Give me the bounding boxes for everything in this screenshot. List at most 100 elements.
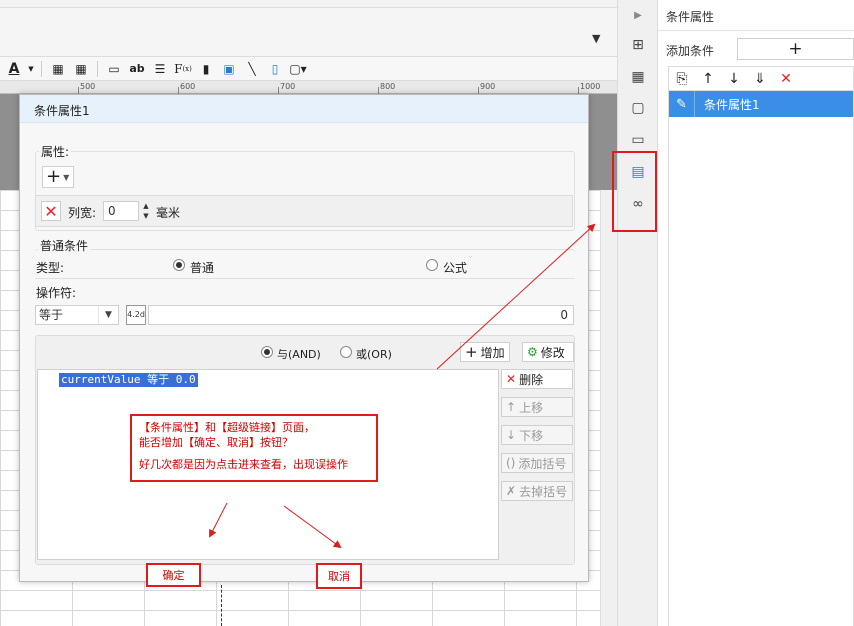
panel-title: 条件属性 — [666, 10, 715, 24]
add-condition-button[interactable]: + — [737, 38, 854, 60]
text-ab-icon[interactable]: ab — [127, 59, 147, 79]
move-up-button-label: 上移 — [519, 400, 544, 415]
formula-icon[interactable]: F (x) — [173, 59, 193, 79]
slash-line-icon[interactable]: ╲ — [242, 59, 262, 79]
value-type-icon[interactable]: 4.2d — [126, 305, 146, 325]
copy-icon[interactable]: ⎘ — [673, 70, 691, 88]
widget-frame-icon[interactable]: ▢ — [627, 97, 649, 119]
suggested-cancel-button: 取消 — [316, 563, 362, 589]
ruler: 500 600 700 800 900 1000 — [0, 81, 617, 94]
collapse-icon[interactable]: ▼ — [592, 32, 600, 45]
font-color-dropdown-icon[interactable]: ▼ — [27, 59, 35, 79]
properties-panel: 条件属性 添加条件 + ⎘ ↑ ↓ ⇓ ✕ ✎ 条件属性1 — [658, 0, 854, 626]
suggested-ok-button: 确定 — [146, 563, 201, 587]
type-formula-radio[interactable] — [426, 259, 438, 271]
type-label: 类型: — [36, 261, 65, 275]
edit-pencil-icon[interactable]: ✎ — [669, 91, 695, 117]
align-text-icon[interactable]: ☰ — [150, 59, 170, 79]
modify-button-label: 修改 — [540, 345, 565, 360]
unit-label: 毫米 — [156, 206, 181, 220]
operator-label: 操作符: — [36, 286, 77, 300]
annotation-line: 【条件属性】和【超级链接】页面， — [139, 421, 315, 434]
move-down-button-label: 下移 — [519, 428, 544, 443]
arrow-up-icon: ↑ — [506, 400, 517, 414]
divider — [35, 278, 575, 279]
format-toolbar: A ▼ ▦ ▦ ▭ ab ☰ F (x) ▮ ▣ ╲ ▯ ▢▾ — [0, 56, 617, 81]
designer-header — [0, 8, 617, 56]
condition-attribute-dialog: 条件属性1 属性: + ▼ ✕ 列宽: 0 ▲ ▼ 毫米 普通条件 类型: 普通 … — [19, 94, 589, 589]
grid-table-icon[interactable]: ▦ — [71, 59, 91, 79]
arrow-up-icon[interactable]: ↑ — [699, 70, 717, 88]
type-normal-radio[interactable] — [173, 259, 185, 271]
spinner-icon[interactable]: ▲ ▼ — [140, 201, 152, 221]
remove-attribute-button[interactable]: ✕ — [41, 201, 61, 221]
delete-button[interactable]: ✕ 删除 — [501, 369, 573, 389]
add-bracket-button[interactable]: () 添加括号 — [501, 453, 573, 473]
value-input[interactable]: 0 — [148, 305, 574, 325]
font-color-icon[interactable]: A — [4, 59, 24, 79]
sheet-scrollbar[interactable] — [600, 190, 617, 626]
remove-bracket-button-label: 去掉括号 — [519, 484, 568, 499]
remove-bracket-button[interactable]: ✗ 去掉括号 — [501, 481, 573, 501]
add-condition-label: 添加条件 — [666, 44, 715, 58]
ruler-tick-label: 500 — [80, 82, 96, 91]
list-item[interactable]: ✎ 条件属性1 — [669, 91, 853, 117]
bracket-icon: () — [506, 456, 516, 470]
dropdown-widget-icon[interactable]: ▭ — [627, 129, 649, 151]
arrow-down-icon[interactable]: ↓ — [725, 70, 743, 88]
attribute-section-label: 属性: — [39, 143, 72, 160]
add-button-label: 增加 — [480, 345, 505, 360]
column-width-input[interactable]: 0 — [103, 201, 139, 221]
plus-icon: + — [465, 343, 478, 361]
or-radio[interactable] — [340, 346, 352, 358]
list-item-label: 条件属性1 — [704, 97, 760, 112]
ruler-tick-label: 900 — [480, 82, 496, 91]
text-field-icon[interactable]: ▭ — [104, 59, 124, 79]
toolbar-separator — [41, 60, 42, 77]
right-icon-strip: ▶ ⊞ ▦ ▢ ▭ ▤ ∞ — [617, 0, 658, 626]
type-normal-label: 普通 — [190, 261, 215, 275]
frame-dropdown-icon[interactable]: ▢▾ — [288, 59, 308, 79]
common-condition-divider — [35, 249, 575, 299]
arrow-down-icon: ↓ — [506, 428, 517, 442]
and-label: 与(AND) — [277, 348, 321, 361]
type-formula-label: 公式 — [443, 261, 468, 275]
cell-element-icon[interactable]: ⊞ — [627, 34, 649, 56]
remove-bracket-icon: ✗ — [506, 484, 517, 498]
move-bottom-icon[interactable]: ⇓ — [751, 70, 769, 88]
cell-attribute-icon[interactable]: ▦ — [627, 66, 649, 88]
annotation-line: 好几次都是因为点击进来查看，出现误操作 — [139, 458, 348, 471]
ruler-tick-label: 700 — [280, 82, 296, 91]
border-table-icon[interactable]: ▦ — [48, 59, 68, 79]
add-attribute-button[interactable]: + ▼ — [42, 166, 74, 188]
modify-gear-icon: ⚙ — [527, 345, 538, 359]
modify-button[interactable]: ⚙ 修改 — [522, 342, 574, 362]
operator-select[interactable]: 等于 ▼ — [35, 305, 119, 325]
delete-button-label: 删除 — [519, 372, 544, 387]
plus-icon: + — [46, 166, 62, 187]
delete-icon: ✕ — [506, 372, 517, 386]
annotation-highlight-box — [612, 151, 657, 232]
condition-item[interactable]: currentValue 等于 0.0 — [59, 373, 198, 387]
dialog-title: 条件属性1 — [34, 104, 90, 118]
chevron-down-icon: ▼ — [98, 306, 118, 324]
and-radio[interactable] — [261, 346, 273, 358]
condition-list: ✎ 条件属性1 — [668, 90, 854, 626]
sub-report-icon[interactable]: ▯ — [265, 59, 285, 79]
move-up-button[interactable]: ↑ 上移 — [501, 397, 573, 417]
condition-list-toolbar: ⎘ ↑ ↓ ⇓ ✕ — [668, 66, 854, 90]
bar-chart-icon[interactable]: ▮ — [196, 59, 216, 79]
toolbar-separator — [97, 60, 98, 77]
image-icon[interactable]: ▣ — [219, 59, 239, 79]
add-button[interactable]: + 增加 — [460, 342, 510, 362]
annotation-line: 能否增加【确定、取消】按钮？ — [139, 436, 293, 449]
expand-right-icon[interactable]: ▶ — [627, 4, 649, 26]
move-down-button[interactable]: ↓ 下移 — [501, 425, 573, 445]
column-width-row: ✕ 列宽: 0 ▲ ▼ 毫米 — [35, 195, 573, 227]
delete-icon[interactable]: ✕ — [777, 70, 795, 88]
common-condition-label: 普通条件 — [38, 237, 91, 254]
page-break-line — [221, 585, 222, 626]
dialog-title-bar[interactable]: 条件属性1 — [20, 95, 588, 123]
top-strip — [0, 0, 617, 8]
annotation-note: 【条件属性】和【超级链接】页面， 能否增加【确定、取消】按钮？ 好几次都是因为点… — [130, 414, 378, 482]
